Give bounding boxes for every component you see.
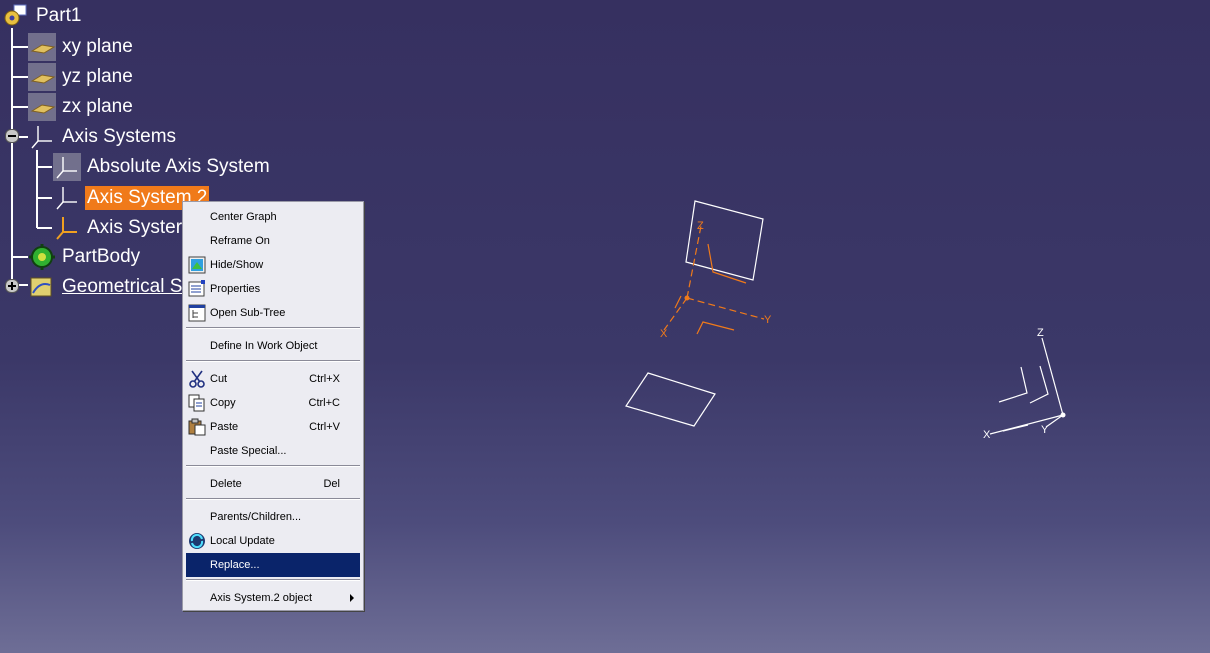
axis-system-orange-icon (53, 214, 81, 242)
absolute-axis-icon (53, 153, 81, 181)
menu-item-label: Open Sub-Tree (210, 307, 286, 319)
axis-system-icon (28, 123, 56, 151)
submenu-arrow-icon (350, 594, 354, 602)
context-menu: Center Graph Reframe On Hide/Show Proper… (182, 201, 364, 611)
menu-item-shortcut: Ctrl+C (308, 397, 340, 409)
tree-node-geometrical-set[interactable]: Geometrical S (28, 273, 184, 301)
menu-separator (186, 465, 360, 467)
menu-item-define-in-work-object[interactable]: Define In Work Object (186, 334, 360, 358)
menu-separator (186, 327, 360, 329)
menu-item-label: Define In Work Object (210, 340, 318, 352)
menu-item-label: Replace... (210, 559, 260, 571)
expand-geometrical-set-toggle[interactable] (5, 279, 19, 293)
properties-icon (188, 280, 206, 298)
menu-item-paste-special[interactable]: Paste Special... (186, 439, 360, 463)
orange-axis-system (663, 225, 765, 331)
tree-node-label: Axis Syster (87, 217, 183, 238)
tree-window-icon (188, 304, 206, 322)
menu-item-hide-show[interactable]: Hide/Show (186, 253, 360, 277)
menu-item-paste[interactable]: Paste Ctrl+V (186, 415, 360, 439)
menu-item-label: Center Graph (210, 211, 277, 223)
axis-label-z-white: Z (1037, 327, 1044, 339)
menu-item-label: Parents/Children... (210, 511, 302, 523)
tree-node-label: zx plane (62, 96, 133, 117)
axis-system-icon (53, 184, 81, 212)
tree-node-xy-plane[interactable]: xy plane (28, 33, 135, 61)
tree-node-label: Axis Systems (62, 126, 177, 147)
menu-item-label: Local Update (210, 535, 275, 547)
menu-item-properties[interactable]: Properties (186, 277, 360, 301)
menu-item-object-submenu[interactable]: Axis System.2 object (186, 586, 360, 610)
axis-label-y-orange: Y (764, 314, 772, 326)
menu-item-local-update[interactable]: Local Update (186, 529, 360, 553)
tree-node-label: PartBody (62, 246, 141, 267)
menu-separator (186, 579, 360, 581)
menu-item-copy[interactable]: Copy Ctrl+C (186, 391, 360, 415)
gear-icon (28, 243, 56, 271)
menu-item-parents-children[interactable]: Parents/Children... (186, 505, 360, 529)
tree-node-absolute-axis-system[interactable]: Absolute Axis System (53, 153, 272, 181)
hide-show-icon (188, 256, 206, 274)
collapse-axis-systems-toggle[interactable] (5, 129, 19, 143)
scissors-icon (188, 370, 206, 388)
tree-node-label: Absolute Axis System (87, 156, 270, 177)
plane-icon (28, 33, 56, 61)
menu-separator (186, 498, 360, 500)
tree-node-label: Geometrical S (62, 276, 183, 297)
plane-parallelogram (625, 372, 716, 427)
tree-node-zx-plane[interactable]: zx plane (28, 93, 135, 121)
geometrical-set-icon (28, 273, 56, 301)
menu-item-label: Delete (210, 478, 242, 490)
menu-item-reframe-on[interactable]: Reframe On (186, 229, 360, 253)
plane-icon (28, 63, 56, 91)
tree-node-label: Part1 (36, 5, 82, 26)
menu-separator (186, 360, 360, 362)
paste-icon (188, 418, 206, 436)
menu-item-shortcut: Del (323, 478, 340, 490)
axis-label-z-orange: Z (697, 220, 704, 232)
axis-label-y-white: Y (1041, 424, 1049, 436)
tree-node-part1[interactable]: Part1 (2, 2, 83, 30)
menu-item-label: Axis System.2 object (210, 592, 313, 604)
tree-node-axis-systems[interactable]: Axis Systems (28, 123, 178, 151)
axis-label-x-orange: X (660, 328, 668, 340)
menu-item-open-sub-tree[interactable]: Open Sub-Tree (186, 301, 360, 325)
axis-label-x-white: X (983, 429, 991, 441)
tree-node-partbody[interactable]: PartBody (28, 243, 142, 271)
tree-node-label: xy plane (62, 36, 133, 57)
tree-node-axis-system-3[interactable]: Axis Syster (53, 214, 184, 242)
part-icon (2, 2, 30, 30)
menu-item-label: Copy (210, 397, 236, 409)
copy-icon (188, 394, 206, 412)
tree-node-label: yz plane (62, 66, 133, 87)
menu-item-label: Properties (210, 283, 261, 295)
menu-item-label: Reframe On (210, 235, 270, 247)
menu-item-label: Paste Special... (210, 445, 287, 457)
menu-item-center-graph[interactable]: Center Graph (186, 205, 360, 229)
menu-item-shortcut: Ctrl+V (309, 421, 340, 433)
menu-item-label: Paste (210, 421, 239, 433)
plane-icon (28, 93, 56, 121)
white-axis-system (989, 337, 1064, 435)
menu-item-delete[interactable]: Delete Del (186, 472, 360, 496)
menu-item-shortcut: Ctrl+X (309, 373, 340, 385)
menu-item-label: Hide/Show (210, 259, 264, 271)
plane-square (685, 200, 764, 281)
menu-item-replace[interactable]: Replace... (186, 553, 360, 577)
tree-node-yz-plane[interactable]: yz plane (28, 63, 135, 91)
menu-item-label: Cut (210, 373, 228, 385)
menu-item-cut[interactable]: Cut Ctrl+X (186, 367, 360, 391)
update-icon (188, 532, 206, 550)
